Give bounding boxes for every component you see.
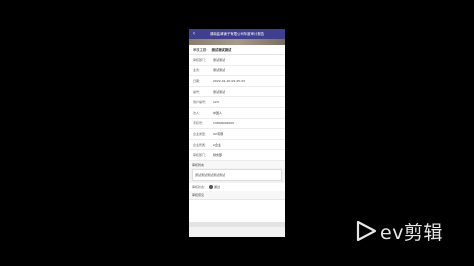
detail-row: 编号： 测试测试 (189, 87, 285, 98)
remark-box: 测试测试测试测试测试 (192, 168, 282, 181)
detail-value: 中国人 (213, 110, 223, 115)
detail-row: 日期： 2022-01-20 09:25:43 (189, 76, 285, 87)
detail-key: 编号： (193, 89, 203, 94)
detail-row: 手机号： 13800000000 (189, 119, 285, 130)
subject-row: 审核主题： 测试测试测试 (189, 45, 285, 55)
detail-value: 测试测试 (213, 89, 226, 94)
play-logo-icon (356, 220, 377, 242)
watermark-text: ev剪辑 (380, 221, 443, 244)
detail-key: 业务： (193, 68, 203, 73)
title-bar: ‹ 湖南盐津铺子有限公司年度审计报告 (189, 29, 285, 39)
detail-value: XX有限 (213, 131, 224, 136)
watermark: ev剪辑 (355, 218, 455, 244)
opinion-input[interactable] (189, 198, 285, 222)
phone-screen: ‹ 湖南盐津铺子有限公司年度审计报告 审核主题： 测试测试测试 审核部门： 测试… (189, 29, 285, 237)
subject-value: 测试测试测试 (211, 48, 232, 52)
detail-value: 财务部 (213, 153, 223, 158)
detail-key: 法人： (193, 110, 203, 115)
detail-list: 审核部门： 测试测试 业务： 测试测试 日期： 2022-01-20 09:25… (189, 55, 285, 161)
detail-value: 测试测试 (213, 57, 226, 62)
status-value: 通过 (214, 184, 221, 189)
status-row[interactable]: 审核状态： 通过 (189, 182, 285, 191)
page-title: 湖南盐津铺子有限公司年度审计报告 (209, 32, 265, 36)
detail-value: 123 (213, 100, 219, 105)
detail-key: 用户编号： (193, 100, 209, 105)
detail-key: 手机号： (193, 121, 206, 126)
chevron-left-icon[interactable]: ‹ (191, 29, 197, 39)
detail-value: 2022-01-20 09:25:43 (213, 78, 245, 83)
detail-key: 日期： (193, 78, 203, 83)
detail-value: 测试测试 (213, 68, 226, 73)
status-label: 审核状态： (192, 184, 208, 189)
detail-value: 13800000000 (213, 121, 234, 126)
detail-key: 企业类型： (193, 131, 209, 136)
opinion-label: 审核意见 (189, 190, 285, 199)
detail-row: 审核部门： 测试测试 (189, 55, 285, 66)
radio-icon[interactable] (209, 184, 214, 189)
detail-row: 法人： 中国人 (189, 108, 285, 119)
detail-key: 审核部门： (193, 153, 209, 158)
remark-label: 审核附言 (189, 160, 285, 168)
detail-row: 用户编号： 123 (189, 97, 285, 108)
subject-label: 审核主题： (193, 48, 210, 52)
detail-row: 企业类型： XX有限 (189, 129, 285, 140)
detail-value: A企业 (213, 142, 222, 147)
detail-row: 业务： 测试测试 (189, 66, 285, 77)
detail-key: 企业所属： (193, 142, 209, 147)
detail-row: 审核部门： 财务部 (189, 150, 285, 161)
bottom-bar (189, 221, 285, 227)
remark-text: 测试测试测试测试测试 (195, 172, 226, 177)
detail-row: 企业所属： A企业 (189, 140, 285, 151)
detail-key: 审核部门： (193, 57, 209, 62)
